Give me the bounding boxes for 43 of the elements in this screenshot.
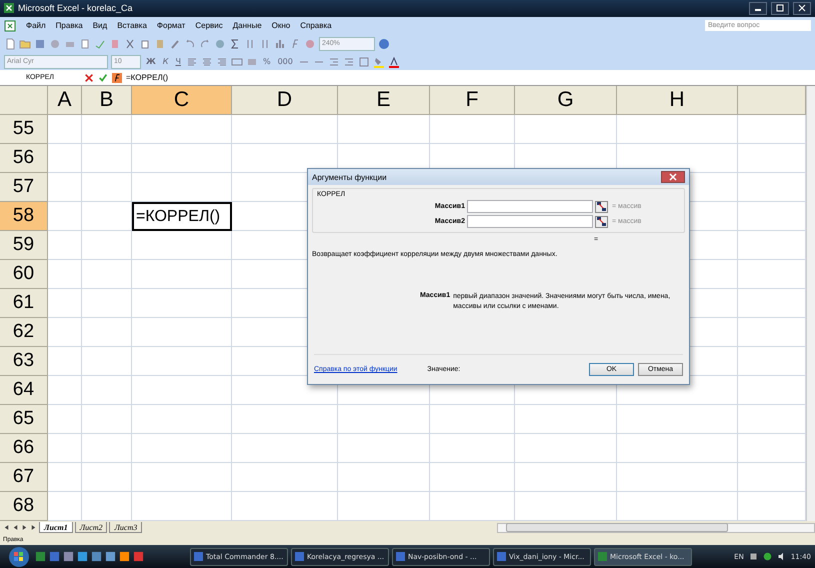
row-header[interactable]: 56 [0,144,48,174]
thousands-separator-button[interactable]: 000 [276,57,295,66]
menu-item[interactable]: Файл [26,21,46,30]
sheet-tab[interactable]: Лист1 [39,522,73,534]
column-header[interactable]: A [48,86,82,116]
row-header[interactable]: 57 [0,173,48,202]
column-header[interactable]: C [132,86,232,116]
column-header[interactable]: F [430,86,515,116]
row-header[interactable]: 59 [0,231,48,260]
menu-item[interactable]: Правка [56,21,83,30]
menu-item[interactable]: Формат [156,21,186,30]
column-header[interactable]: D [232,86,338,116]
window-title: Microsoft Excel - korelac_Ca [18,3,134,14]
active-cell[interactable]: =КОРРЕЛ() [132,202,232,232]
column-header[interactable]: G [515,86,617,116]
menu-item[interactable]: Вставка [117,21,147,30]
sheet-tab[interactable]: Лист2 [74,522,108,534]
row-header[interactable]: 58 [0,202,48,232]
row-header[interactable]: 61 [0,289,48,318]
dialog-title: Аргументы функции [312,172,388,182]
percent-button[interactable]: % [260,57,273,66]
sheet-tab[interactable]: Лист3 [109,522,142,534]
underline-button[interactable]: Ч [173,57,183,66]
menu-item[interactable]: Окно [272,21,290,30]
row-header[interactable]: 60 [0,260,48,290]
column-header[interactable]: E [338,86,430,116]
row-header[interactable]: 68 [0,492,48,522]
row-header[interactable]: 67 [0,463,48,492]
row-header[interactable]: 62 [0,318,48,348]
row-header[interactable]: 63 [0,347,48,376]
menu-item[interactable]: Вид [92,21,108,30]
menu-item[interactable]: Справка [300,21,332,30]
formula-text[interactable]: =КОРРЕЛ() [126,73,168,82]
column-header[interactable]: B [82,86,132,116]
bold-button[interactable]: Ж [144,57,158,66]
row-header[interactable]: 66 [0,434,48,464]
row-header[interactable]: 65 [0,405,48,434]
row-header[interactable]: 55 [0,115,48,144]
column-header[interactable]: H [617,86,738,116]
italic-button[interactable]: К [160,57,170,66]
menu-item[interactable]: Данные [232,21,262,30]
menu-item[interactable]: Сервис [195,21,223,30]
row-header[interactable]: 64 [0,376,48,406]
